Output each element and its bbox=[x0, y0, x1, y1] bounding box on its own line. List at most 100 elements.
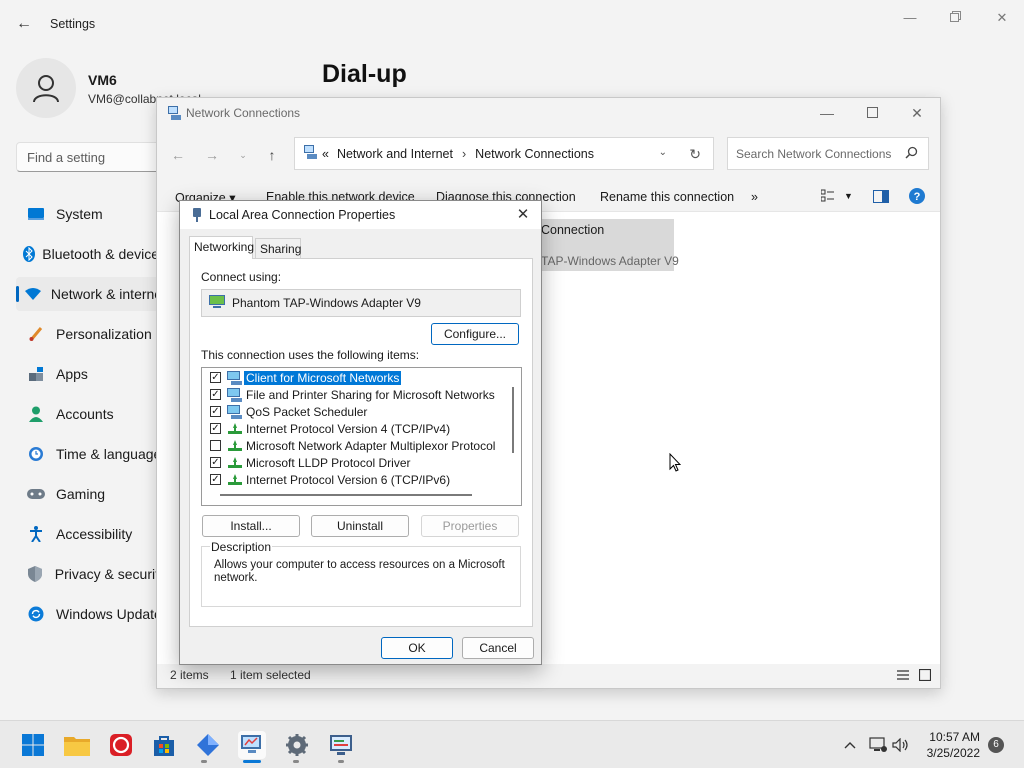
list-item[interactable]: ✓ Client for Microsoft Networks bbox=[202, 369, 504, 386]
sidebar-item-label: Time & language bbox=[56, 446, 162, 462]
refresh-icon[interactable]: ↻ bbox=[689, 146, 701, 163]
details-view-icon[interactable] bbox=[897, 669, 909, 684]
sidebar-item-system[interactable]: System bbox=[16, 197, 166, 231]
sidebar-item-accounts[interactable]: Accounts bbox=[16, 397, 166, 431]
minimize-icon[interactable]: — bbox=[896, 8, 924, 28]
list-item[interactable]: ✓ Microsoft LLDP Protocol Driver bbox=[202, 454, 504, 471]
checkbox[interactable]: ✓ bbox=[210, 372, 221, 383]
store-icon[interactable] bbox=[150, 731, 178, 759]
tiles-view-icon[interactable] bbox=[918, 668, 932, 684]
install-button[interactable]: Install... bbox=[202, 515, 300, 537]
scroll-thumb[interactable] bbox=[512, 387, 514, 453]
back-arrow-icon[interactable]: ← bbox=[14, 14, 34, 34]
running-indicator bbox=[293, 760, 299, 763]
find-setting-input[interactable]: Find a setting bbox=[16, 142, 176, 172]
network-status-icon[interactable] bbox=[869, 736, 887, 754]
notification-badge[interactable]: 6 bbox=[988, 737, 1004, 753]
network-client-icon bbox=[227, 404, 243, 419]
checkbox[interactable]: ✓ bbox=[210, 457, 221, 468]
checkbox[interactable]: ✓ bbox=[210, 423, 221, 434]
network-connections-icon[interactable] bbox=[238, 731, 266, 759]
checkbox[interactable]: ✓ bbox=[210, 389, 221, 400]
maximize-icon[interactable] bbox=[858, 103, 886, 123]
rename-button[interactable]: Rename this connection bbox=[600, 190, 734, 204]
view-dropdown-icon[interactable]: ▼ bbox=[844, 191, 853, 201]
privacy-icon bbox=[16, 566, 55, 582]
list-item[interactable]: ✓ Internet Protocol Version 6 (TCP/IPv6) bbox=[202, 471, 504, 488]
breadcrumb[interactable]: « Network and Internet › Network Connect… bbox=[294, 137, 714, 170]
list-item[interactable]: ✓ File and Printer Sharing for Microsoft… bbox=[202, 386, 504, 403]
checkbox[interactable]: ✓ bbox=[210, 474, 221, 485]
horizontal-scrollbar[interactable] bbox=[220, 494, 472, 496]
list-item[interactable]: ✓ Internet Protocol Version 4 (TCP/IPv4) bbox=[202, 420, 504, 437]
system-icon bbox=[16, 208, 56, 220]
close-icon[interactable]: ✕ bbox=[511, 205, 535, 225]
control-panel-icon[interactable] bbox=[327, 731, 355, 759]
search-placeholder: Search Network Connections bbox=[736, 147, 892, 161]
back-arrow-icon[interactable]: ← bbox=[167, 145, 189, 165]
user-name: VM6 bbox=[88, 72, 117, 88]
preview-pane-icon[interactable] bbox=[873, 190, 889, 206]
sidebar-item-personalization[interactable]: Personalization bbox=[16, 317, 166, 351]
help-icon[interactable]: ? bbox=[909, 188, 925, 207]
tab-sharing[interactable]: Sharing bbox=[255, 238, 301, 259]
items-list[interactable]: ✓ Client for Microsoft Networks ✓ File a… bbox=[201, 367, 522, 506]
volume-icon[interactable] bbox=[892, 736, 910, 754]
search-input[interactable]: Search Network Connections bbox=[727, 137, 929, 170]
close-icon[interactable]: ✕ bbox=[988, 8, 1016, 28]
adapter-name: Phantom TAP-Windows Adapter V9 bbox=[232, 296, 421, 310]
sidebar-item-privacy[interactable]: Privacy & security bbox=[16, 557, 166, 591]
cancel-button[interactable]: Cancel bbox=[462, 637, 534, 659]
description-group: Description Allows your computer to acce… bbox=[201, 540, 521, 607]
tab-networking[interactable]: Networking bbox=[189, 236, 254, 259]
taskbar: 10:57 AM 3/25/2022 6 bbox=[0, 720, 1024, 768]
connect-using-label: Connect using: bbox=[201, 270, 282, 284]
description-title: Description bbox=[210, 540, 273, 554]
list-item[interactable]: ✓ QoS Packet Scheduler bbox=[202, 403, 504, 420]
app-diamond-icon[interactable] bbox=[194, 731, 222, 759]
sidebar-item-time-language[interactable]: Time & language bbox=[16, 437, 166, 471]
creative-cloud-icon[interactable] bbox=[107, 731, 135, 759]
checkbox[interactable] bbox=[210, 440, 221, 451]
clock-date[interactable]: 3/25/2022 bbox=[927, 746, 980, 760]
view-options-icon[interactable] bbox=[820, 189, 835, 206]
properties-button[interactable]: Properties bbox=[421, 515, 519, 537]
vertical-scrollbar[interactable] bbox=[506, 369, 520, 487]
settings-gear-icon[interactable] bbox=[283, 731, 311, 759]
more-commands-button[interactable]: » bbox=[751, 190, 758, 204]
list-item[interactable]: Microsoft Network Adapter Multiplexor Pr… bbox=[202, 437, 504, 454]
breadcrumb-overflow[interactable]: « bbox=[322, 147, 329, 161]
sidebar-item-gaming[interactable]: Gaming bbox=[16, 477, 166, 511]
avatar[interactable] bbox=[16, 58, 76, 118]
sidebar-item-network[interactable]: Network & internet bbox=[16, 277, 166, 311]
minimize-icon[interactable]: — bbox=[813, 103, 841, 123]
breadcrumb-item[interactable]: Network Connections bbox=[475, 147, 594, 161]
ok-button[interactable]: OK bbox=[381, 637, 453, 659]
breadcrumb-item[interactable]: Network and Internet bbox=[337, 147, 453, 161]
file-explorer-icon[interactable] bbox=[63, 731, 91, 759]
protocol-icon bbox=[227, 422, 243, 436]
chevron-up-icon[interactable] bbox=[841, 736, 859, 754]
configure-button[interactable]: Configure... bbox=[431, 323, 519, 345]
sidebar-item-accessibility[interactable]: Accessibility bbox=[16, 517, 166, 551]
start-icon[interactable] bbox=[19, 731, 47, 759]
up-arrow-icon[interactable]: ↑ bbox=[261, 145, 283, 165]
active-indicator bbox=[243, 760, 261, 763]
address-row: ← → ⌄ ↑ « Network and Internet › Network… bbox=[157, 128, 940, 182]
address-dropdown-icon[interactable]: ⌄ bbox=[659, 147, 667, 158]
sidebar-item-bluetooth[interactable]: Bluetooth & devices bbox=[16, 237, 166, 271]
restore-icon[interactable] bbox=[941, 8, 969, 28]
checkbox[interactable]: ✓ bbox=[210, 406, 221, 417]
items-label: This connection uses the following items… bbox=[201, 348, 420, 362]
clock-time[interactable]: 10:57 AM bbox=[929, 730, 980, 744]
sidebar-item-apps[interactable]: Apps bbox=[16, 357, 166, 391]
connection-item[interactable]: Connection TAP-Windows Adapter V9 bbox=[527, 219, 679, 271]
selection-count: 1 item selected bbox=[230, 668, 311, 682]
recent-locations-chevron-icon[interactable]: ⌄ bbox=[232, 145, 254, 165]
forward-arrow-icon[interactable]: → bbox=[201, 145, 223, 165]
uninstall-button[interactable]: Uninstall bbox=[311, 515, 409, 537]
close-icon[interactable]: ✕ bbox=[903, 103, 931, 123]
mouse-cursor-icon bbox=[669, 452, 682, 475]
sidebar-item-windows-update[interactable]: Windows Update bbox=[16, 597, 166, 631]
item-label: File and Printer Sharing for Microsoft N… bbox=[246, 387, 495, 402]
